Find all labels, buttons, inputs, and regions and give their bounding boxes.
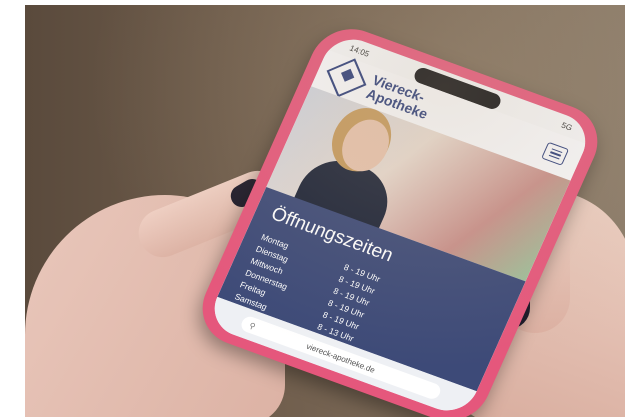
hours-day: Dienstag	[254, 243, 290, 265]
right-hand	[445, 190, 625, 417]
brand-line-1: Viereck-	[369, 72, 428, 106]
hours-day: Mittwoch	[249, 255, 285, 277]
hours-day: Samstag	[233, 291, 269, 312]
url-text: viereck-apotheke.de	[305, 341, 377, 375]
status-indicators: 5G	[560, 120, 574, 133]
phone: 14:05 5G Viereck- Apotheke Öffnungszeite…	[189, 18, 611, 417]
site-header: Viereck- Apotheke	[311, 49, 587, 181]
hours-row: Montag 8 - 19 Uhr	[259, 231, 494, 326]
hours-time: 8 - 19 Uhr	[321, 309, 361, 332]
pharmacist-body	[291, 149, 401, 236]
brand-name[interactable]: Viereck- Apotheke	[363, 72, 436, 122]
dynamic-island	[411, 65, 504, 112]
pharmacy-logo-icon[interactable]	[326, 58, 367, 98]
status-time: 14:05	[348, 43, 371, 59]
url-field[interactable]: ⚲ viereck-apotheke.de	[238, 314, 443, 402]
left-hand	[25, 195, 285, 417]
brand-line-2: Apotheke	[363, 85, 431, 122]
hours-day: Freitag	[238, 279, 268, 298]
hours-time: 8 - 19 Uhr	[331, 285, 372, 308]
hours-day: Donnerstag	[243, 267, 290, 292]
hero-image	[266, 86, 571, 282]
left-thumbnail-polish	[226, 174, 268, 212]
hours-row: Mittwoch 8 - 19 Uhr	[248, 255, 483, 350]
hours-time: 8 - 19 Uhr	[326, 297, 367, 320]
left-thumb	[131, 163, 289, 265]
right-thumbnail-polish	[488, 285, 530, 329]
hours-row: Samstag 8 - 13 Uhr	[232, 290, 467, 385]
status-bar: 14:05 5G	[327, 31, 595, 144]
right-finger	[500, 183, 570, 333]
photo-backdrop: 14:05 5G Viereck- Apotheke Öffnungszeite…	[25, 5, 625, 417]
hours-row: Dienstag 8 - 19 Uhr	[254, 243, 489, 338]
hours-day: Montag	[259, 231, 291, 251]
opening-hours-section: Öffnungszeiten Montag 8 - 19 Uhr Diensta…	[217, 186, 526, 392]
hours-time: 8 - 19 Uhr	[337, 273, 377, 296]
hamburger-menu-icon[interactable]	[541, 141, 570, 166]
browser-address-bar: ⚲ viereck-apotheke.de	[205, 296, 477, 417]
hours-row: Freitag 8 - 19 Uhr	[238, 279, 473, 374]
hours-row: Donnerstag 8 - 19 Uhr	[243, 267, 478, 362]
hours-time: 8 - 13 Uhr	[315, 321, 356, 344]
search-icon: ⚲	[247, 320, 258, 331]
pharmacist-head	[333, 113, 398, 178]
opening-hours-title: Öffnungszeiten	[267, 203, 397, 267]
hours-time: 8 - 19 Uhr	[342, 261, 382, 284]
phone-screen: 14:05 5G Viereck- Apotheke Öffnungszeite…	[205, 31, 595, 417]
